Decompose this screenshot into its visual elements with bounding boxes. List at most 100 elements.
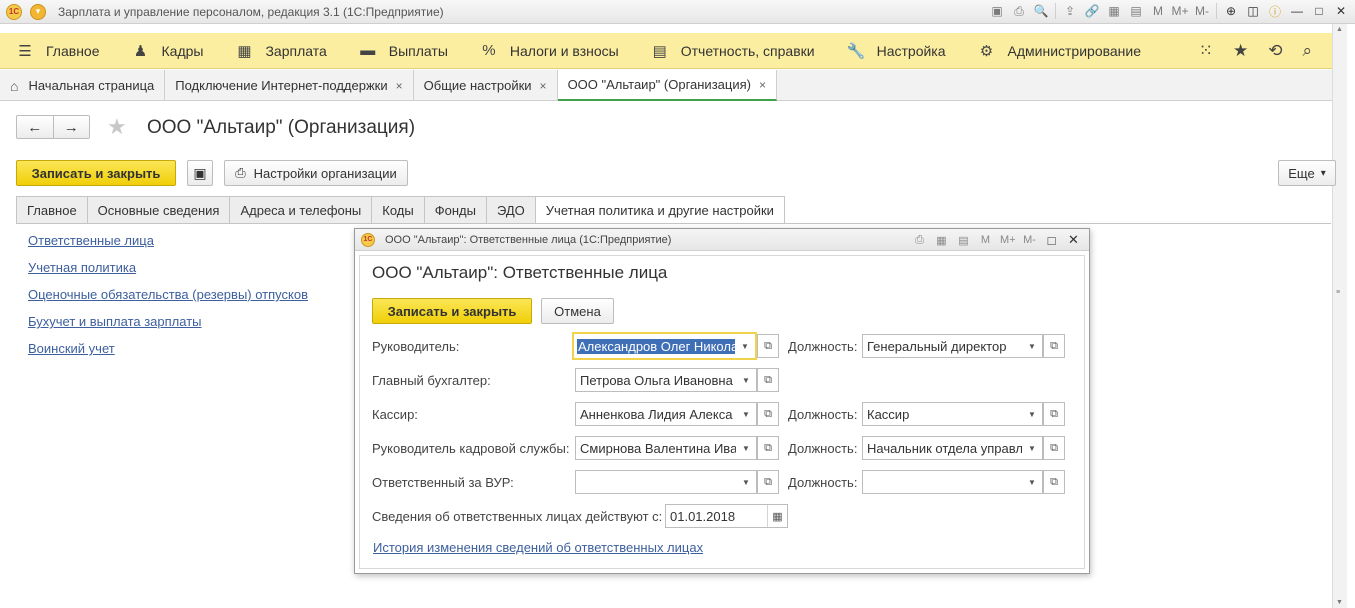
link-responsible-persons[interactable]: Ответственные лица: [28, 233, 308, 249]
vertical-scrollbar[interactable]: ▲ ≡ ▼: [1332, 24, 1347, 608]
tab-accounting-policy[interactable]: Учетная политика и другие настройки: [534, 196, 785, 224]
scroll-down-icon[interactable]: ▼: [1336, 599, 1343, 606]
minimize-icon[interactable]: —: [1289, 3, 1305, 19]
tab-codes[interactable]: Коды: [371, 196, 424, 224]
hr-position-field[interactable]: Начальник отдела управл ▼: [862, 436, 1043, 460]
calculator-icon[interactable]: ▦: [934, 234, 949, 247]
open-icon[interactable]: ⧉: [1043, 436, 1065, 460]
save-close-button[interactable]: Записать и закрыть: [16, 160, 176, 186]
more-button[interactable]: Еще ▾: [1278, 160, 1336, 186]
scroll-grip-icon[interactable]: ≡: [1336, 289, 1340, 296]
chevron-down-icon[interactable]: ▼: [736, 403, 756, 425]
memory-plus-icon[interactable]: M+: [1172, 3, 1189, 19]
history-link[interactable]: История изменения сведений об ответствен…: [373, 540, 703, 555]
tab-home[interactable]: ⌂ Начальная страница: [0, 70, 166, 101]
chevron-down-icon[interactable]: ▼: [736, 437, 756, 459]
menu-item-admin[interactable]: ⚙ Администрирование: [962, 33, 1158, 69]
menu-item-main[interactable]: ☰ Главное: [0, 33, 116, 69]
hr-head-field[interactable]: Смирнова Валентина Ива ▼: [575, 436, 757, 460]
valid-from-date-field[interactable]: 01.01.2018 ▦: [665, 504, 788, 528]
tab-main[interactable]: Главное: [16, 196, 87, 224]
upload-icon[interactable]: ⇪: [1062, 3, 1078, 19]
tab-organization[interactable]: ООО "Альтаир" (Организация) ×: [557, 70, 777, 101]
print-icon[interactable]: ⎙: [912, 234, 927, 247]
menu-item-taxes[interactable]: % Налоги и взносы: [464, 33, 635, 69]
grid-icon[interactable]: ⁙: [1199, 41, 1213, 61]
head-position-field[interactable]: Генеральный директор ▼: [862, 334, 1043, 358]
calendar-icon[interactable]: ▤: [956, 234, 971, 247]
open-icon[interactable]: ⧉: [1043, 470, 1065, 494]
calendar-icon[interactable]: ▤: [1128, 3, 1144, 19]
menu-item-settings[interactable]: 🔧 Настройка: [831, 33, 962, 69]
scroll-up-icon[interactable]: ▲: [1336, 26, 1343, 33]
open-icon[interactable]: ⧉: [1043, 334, 1065, 358]
chevron-down-icon[interactable]: ▼: [736, 369, 756, 391]
tab-funds[interactable]: Фонды: [423, 196, 486, 224]
link-vacation-reserves[interactable]: Оценочные обязательства (резервы) отпуск…: [28, 287, 308, 303]
head-field[interactable]: Александров Олег Никола ▼: [572, 332, 757, 360]
maximize-icon[interactable]: □: [1044, 233, 1059, 248]
menu-item-reports[interactable]: ▤ Отчетность, справки: [635, 33, 831, 69]
menu-item-hr[interactable]: ♟ Кадры: [116, 33, 220, 69]
chevron-down-icon[interactable]: ▼: [736, 471, 756, 493]
accountant-field[interactable]: Петрова Ольга Ивановна ▼: [575, 368, 757, 392]
tab-addresses[interactable]: Адреса и телефоны: [229, 196, 372, 224]
cashier-position-field[interactable]: Кассир ▼: [862, 402, 1043, 426]
open-icon[interactable]: ⧉: [757, 470, 779, 494]
maximize-icon[interactable]: □: [1311, 3, 1327, 19]
tab-general-settings[interactable]: Общие настройки ×: [414, 70, 558, 101]
close-icon[interactable]: ✕: [1333, 3, 1349, 19]
close-tab-icon[interactable]: ×: [540, 79, 547, 93]
toolbar-divider: [1216, 3, 1217, 19]
save-icon[interactable]: ▣: [187, 160, 213, 186]
chevron-down-icon[interactable]: ▼: [1022, 437, 1042, 459]
open-icon[interactable]: ⧉: [757, 436, 779, 460]
menu-item-payments[interactable]: ▬ Выплаты: [343, 33, 464, 69]
app-menu-icon[interactable]: ▾: [30, 3, 46, 20]
memory-minus-icon[interactable]: M-: [1194, 3, 1210, 19]
tab-internet-support[interactable]: Подключение Интернет-поддержки ×: [165, 70, 414, 101]
back-arrow-icon[interactable]: ←: [17, 116, 54, 138]
close-icon[interactable]: ✕: [1066, 232, 1081, 248]
org-settings-button[interactable]: ⎙ Настройки организации: [224, 160, 408, 186]
chevron-down-icon[interactable]: ▼: [1022, 403, 1042, 425]
open-icon[interactable]: ⧉: [757, 334, 779, 358]
link-payroll-accounting[interactable]: Бухучет и выплата зарплаты: [28, 314, 308, 330]
close-tab-icon[interactable]: ×: [759, 78, 766, 92]
memory-icon[interactable]: M: [1150, 3, 1166, 19]
favorites-star-icon[interactable]: ★: [1233, 41, 1248, 61]
open-icon[interactable]: ⧉: [757, 368, 779, 392]
cancel-button[interactable]: Отмена: [541, 298, 614, 324]
info-icon[interactable]: ⓘ: [1267, 3, 1283, 19]
favorite-star-icon[interactable]: ★: [107, 114, 127, 140]
memory-plus-icon[interactable]: M+: [1000, 234, 1016, 246]
preview-icon[interactable]: 🔍: [1033, 3, 1049, 19]
history-icon[interactable]: ⟲: [1268, 41, 1282, 61]
open-icon[interactable]: ⧉: [757, 402, 779, 426]
close-tab-icon[interactable]: ×: [396, 79, 403, 93]
memory-icon[interactable]: M: [978, 234, 993, 246]
military-position-field[interactable]: ▼: [862, 470, 1043, 494]
menu-item-salary[interactable]: ▦ Зарплата: [219, 33, 342, 69]
memory-minus-icon[interactable]: M-: [1022, 234, 1037, 246]
calculator-icon[interactable]: ▦: [1106, 3, 1122, 19]
link-military-records[interactable]: Воинский учет: [28, 341, 308, 357]
chevron-down-icon[interactable]: ▼: [735, 335, 755, 357]
forward-arrow-icon[interactable]: →: [54, 116, 90, 138]
dialog-save-close-button[interactable]: Записать и закрыть: [372, 298, 532, 324]
chevron-down-icon[interactable]: ▼: [1022, 335, 1042, 357]
link-accounting-policy[interactable]: Учетная политика: [28, 260, 308, 276]
open-icon[interactable]: ⧉: [1043, 402, 1065, 426]
chevron-down-icon[interactable]: ▼: [1022, 471, 1042, 493]
print-icon[interactable]: ⎙: [1011, 3, 1027, 19]
tab-basic-info[interactable]: Основные сведения: [86, 196, 230, 224]
military-field[interactable]: ▼: [575, 470, 757, 494]
zoom-icon[interactable]: ⊕: [1223, 3, 1239, 19]
panels-icon[interactable]: ◫: [1245, 3, 1261, 19]
cashier-field[interactable]: Анненкова Лидия Алекса ▼: [575, 402, 757, 426]
save-icon[interactable]: ▣: [989, 3, 1005, 19]
search-icon[interactable]: ⌕: [1302, 41, 1312, 61]
link-icon[interactable]: 🔗: [1084, 3, 1100, 19]
tab-edo[interactable]: ЭДО: [485, 196, 535, 224]
calendar-icon[interactable]: ▦: [767, 505, 787, 527]
